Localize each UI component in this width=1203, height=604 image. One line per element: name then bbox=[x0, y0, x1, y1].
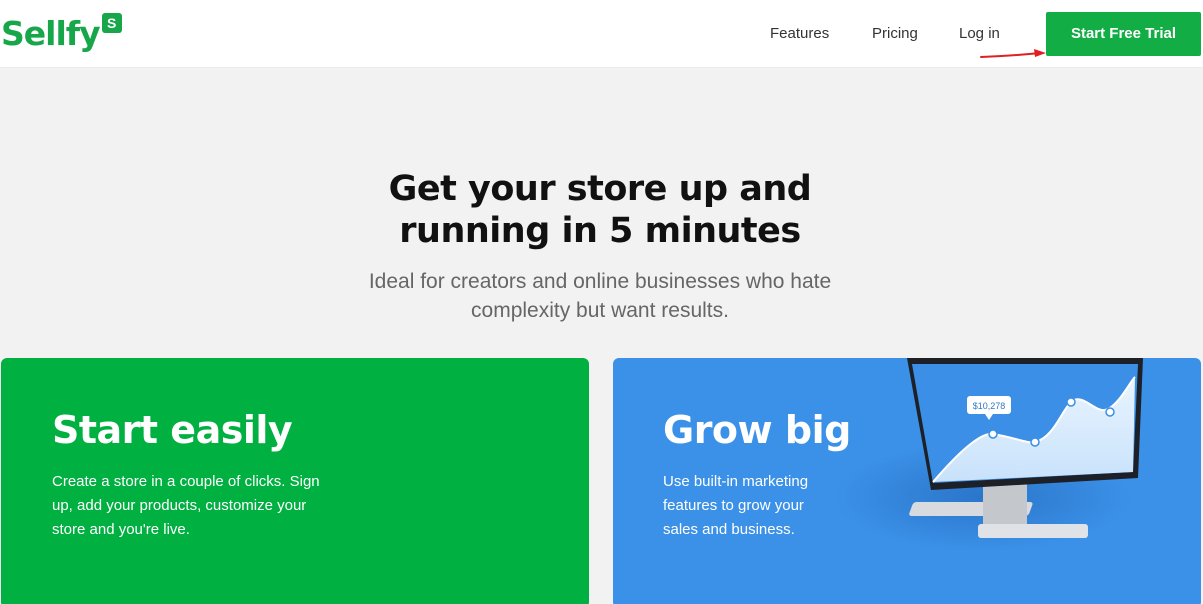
card-text-line-2: up, add your products, customize your bbox=[52, 497, 307, 514]
card-text-line-1: Use built-in marketing bbox=[663, 473, 809, 490]
card-text-line-3: sales and business. bbox=[663, 521, 795, 538]
card-text-line-2: features to grow your bbox=[663, 497, 804, 514]
card-description: Create a store in a couple of clicks. Si… bbox=[52, 470, 352, 542]
start-free-trial-button[interactable]: Start Free Trial bbox=[1046, 12, 1201, 56]
logo-badge: S bbox=[101, 13, 122, 33]
card-text-line-3: store and you're live. bbox=[52, 521, 190, 538]
card-title: Grow big bbox=[663, 408, 851, 452]
hero-subtitle-line-2: complexity but want results. bbox=[471, 299, 729, 322]
grow-big-card: $10,278 Grow big Use built-in marketing … bbox=[613, 358, 1201, 604]
hero-title-line-2: running in 5 minutes bbox=[399, 211, 801, 251]
start-easily-card: Start easily Create a store in a couple … bbox=[1, 358, 589, 604]
card-text-line-1: Create a store in a couple of clicks. Si… bbox=[52, 473, 320, 490]
red-arrow-annotation bbox=[980, 49, 1046, 58]
card-title: Start easily bbox=[52, 408, 293, 452]
hero-title-line-1: Get your store up and bbox=[388, 169, 812, 209]
hero-subtitle-line-1: Ideal for creators and online businesses… bbox=[368, 270, 832, 293]
hero-subtitle: Ideal for creators and online businesses… bbox=[300, 267, 900, 325]
nav-link-login[interactable]: Log in bbox=[959, 22, 1000, 46]
hero-title: Get your store up and running in 5 minut… bbox=[300, 168, 900, 252]
nav-link-pricing[interactable]: Pricing bbox=[872, 22, 918, 46]
chart-value-label: $10,278 bbox=[973, 401, 1006, 411]
nav-link-features[interactable]: Features bbox=[770, 22, 829, 46]
logo-text: Sellfy bbox=[1, 14, 101, 53]
sellfy-logo[interactable]: Sellfy S bbox=[1, 10, 122, 58]
card-description: Use built-in marketing features to grow … bbox=[663, 470, 843, 542]
monitor-illustration: $10,278 bbox=[833, 358, 1143, 552]
